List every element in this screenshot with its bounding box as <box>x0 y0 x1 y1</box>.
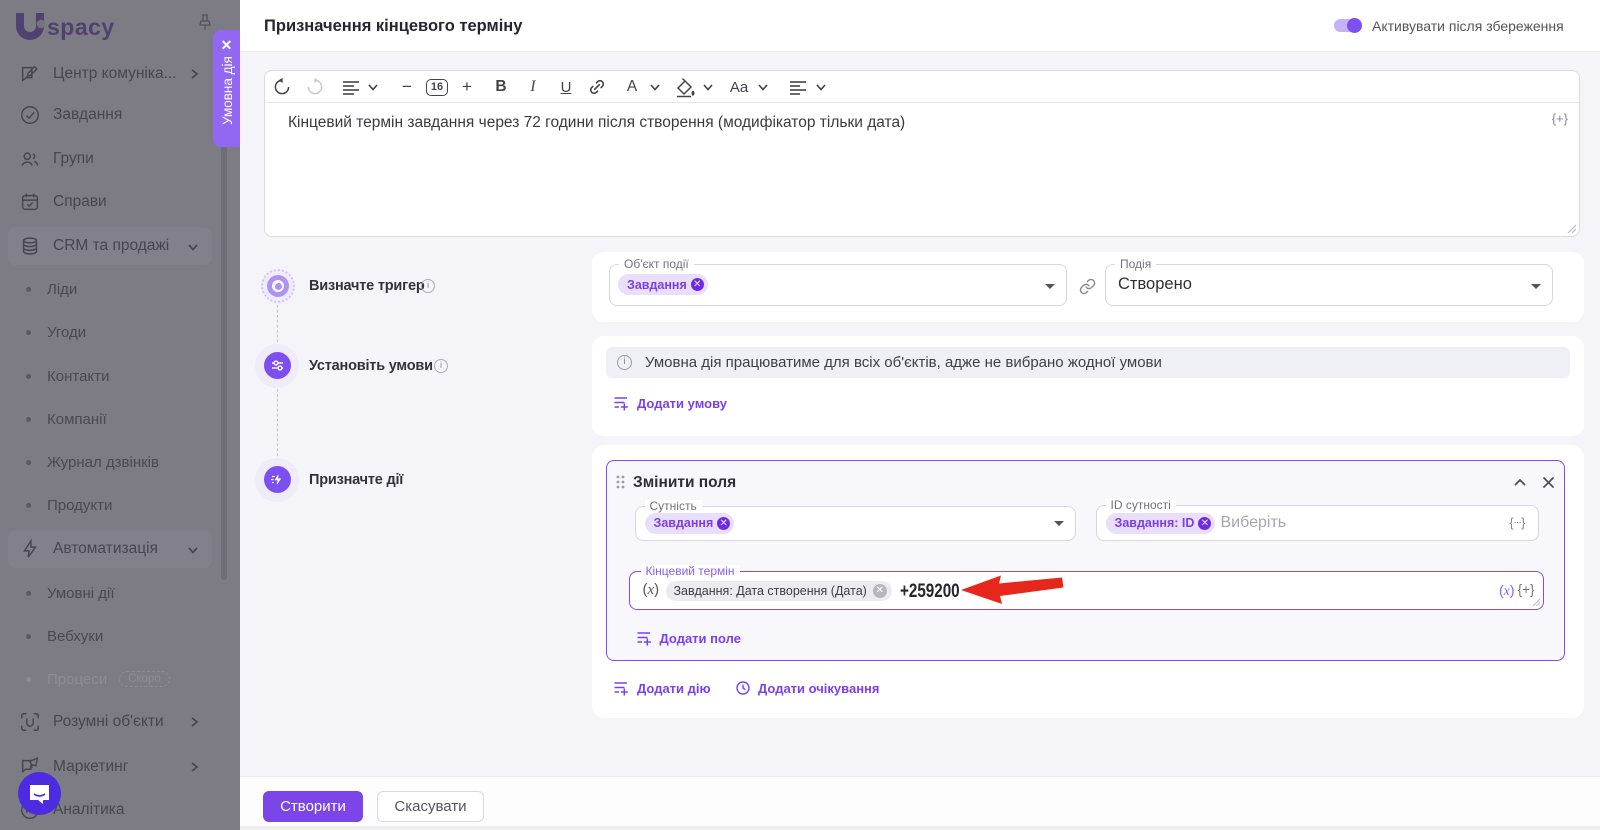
svg-text:spacy: spacy <box>47 14 115 40</box>
